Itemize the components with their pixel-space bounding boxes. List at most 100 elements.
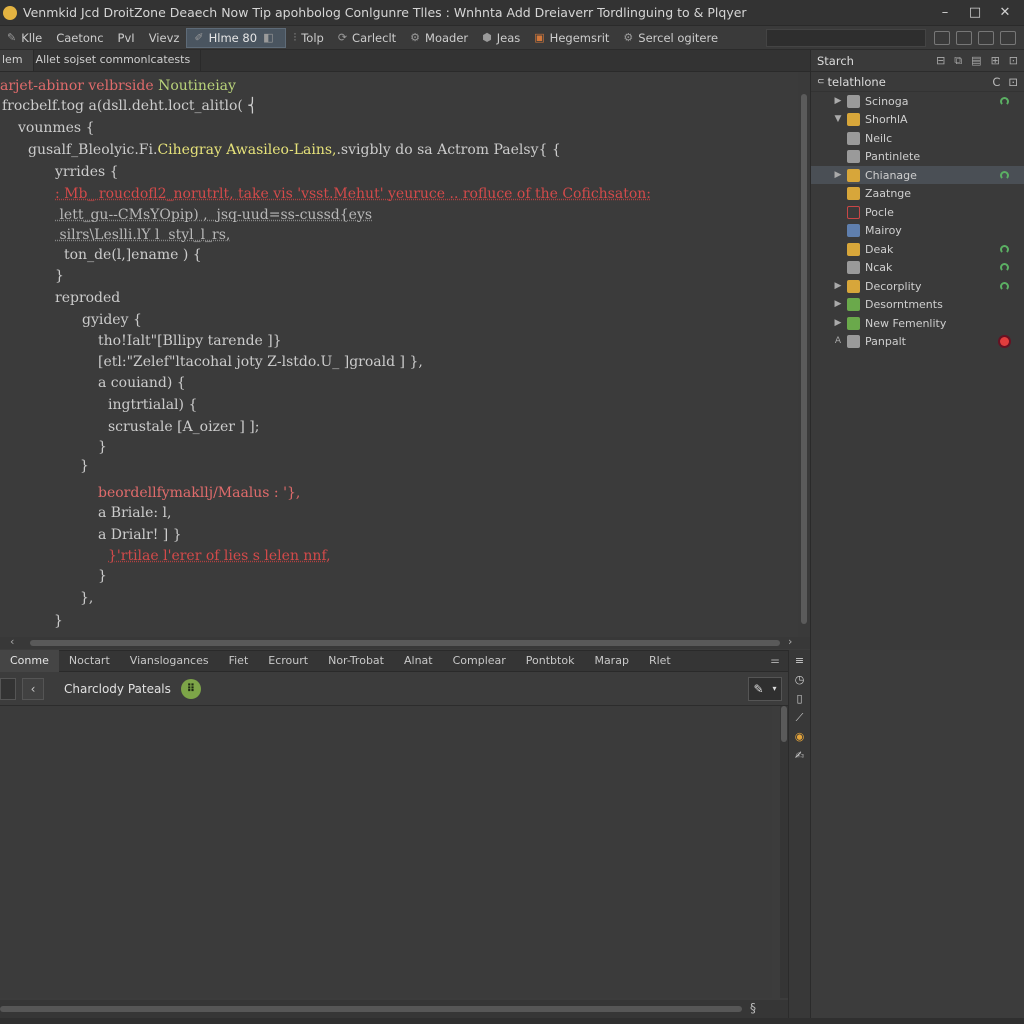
editor-tab[interactable]: lem [0,50,34,71]
code-token: lett_gu--CMsYOpip) , jsq-uud=ss-cussd{ey… [55,207,373,223]
menu-icon[interactable]: ≡ [793,654,807,668]
scrollbar-thumb[interactable] [0,1006,742,1012]
brush-tool-button[interactable]: ✎ ▾ [748,676,782,701]
tools-icon: ⫶ [293,30,297,44]
brush-icon: ✎ [753,681,764,696]
expand-arrow-icon[interactable]: ▶ [831,299,845,309]
bottom-tab[interactable]: Pontbtok [516,650,585,672]
code-line: tho!Ialt"[Bllipy tarende ]} [98,331,282,351]
scrollbar-thumb[interactable] [801,94,807,624]
scrollbar-thumb[interactable] [781,706,787,742]
warning-icon[interactable]: ◉ [793,730,807,744]
bottom-tab[interactable]: Fiet [219,650,259,672]
scrollbar-thumb[interactable] [30,640,780,646]
bottom-vertical-scrollbar[interactable] [780,706,788,998]
expand-arrow-icon[interactable]: ▶ [831,96,845,106]
close-button[interactable]: ✕ [994,5,1016,20]
back-button[interactable]: ‹ [22,677,44,700]
toolbar-item-view[interactable]: Vievz [142,28,187,48]
bottom-tab[interactable]: Ecrourt [258,650,318,672]
tree-item[interactable]: A Panpalt [811,332,1024,350]
tree-item[interactable]: Zaatnge [811,184,1024,202]
toolbar-item-edit[interactable]: Caetonc [49,28,110,48]
toolbar-item-tools[interactable]: ⫶ Tolp [286,28,330,48]
expand-icon[interactable]: ⊞ [991,54,1000,68]
editor-tab[interactable]: Allet sojset commonlcatests [34,50,202,71]
tree-item[interactable]: ▶ Desorntments [811,295,1024,313]
tree-item[interactable]: ▶ Decorplity [811,277,1024,295]
scroll-right-icon[interactable]: › [788,635,792,648]
file-icon [847,149,860,163]
tree-item[interactable]: ▼ ShorhlA [811,110,1024,128]
toolbar-item-home[interactable]: ✐ Hlme 80 ◧ [186,27,287,48]
code-token: } [98,568,107,584]
tree-item[interactable]: Mairoy [811,221,1024,239]
bottom-panel-content[interactable] [0,706,772,998]
toolbar-label: PvI [117,30,135,45]
tree-item-label: Decorplity [865,279,922,293]
bookmark-icon[interactable]: ▯ [793,692,807,706]
folder-icon [847,112,860,126]
expand-arrow-icon[interactable]: A [831,336,845,346]
refresh-icon[interactable]: C [992,75,1000,89]
editor-horizontal-scrollbar[interactable]: ‹ › [0,635,810,649]
tree-item[interactable]: Pantinlete [811,147,1024,165]
toolbar-item-collect[interactable]: ⟳ Carleclt [331,28,403,48]
maximize-button[interactable]: □ [964,5,986,20]
code-editor[interactable]: arjet-abinor velbrside Noutineiay frocbel… [0,72,800,637]
code-line: } [54,611,63,631]
file-icon [847,260,860,274]
bottom-tab[interactable]: Vianslogances [120,650,219,672]
bottom-tab[interactable]: Conme [0,650,59,672]
layout-icon[interactable] [956,30,972,45]
chevron-down-icon[interactable]: ⊂ [817,77,825,87]
bottom-tab[interactable]: Noctart [59,650,120,672]
toolbar-item-moader[interactable]: ⚙ Moader [403,28,475,48]
toolbar-item-jeas[interactable]: ⬢ Jeas [475,28,527,48]
resize-icon[interactable]: § [750,1001,756,1015]
tree-item[interactable]: Pocle [811,203,1024,221]
tree-item[interactable]: ▶ Scinoga [811,92,1024,110]
toolbar-label: Jeas [496,30,521,45]
panel-menu-icon[interactable]: = [770,654,780,668]
tree-item-label: Zaatnge [865,186,912,200]
sort-icon[interactable]: ▤ [971,54,981,68]
bottom-tab[interactable]: Nor-Trobat [318,650,394,672]
filter-icon[interactable]: ⧉ [954,54,962,68]
pencil-icon[interactable]: ✍ [793,749,807,763]
panel-badge-icon[interactable]: ⠿ [180,678,201,699]
expand-arrow-icon[interactable]: ▼ [831,114,845,124]
layout-icon[interactable] [1000,30,1016,45]
bottom-tab[interactable]: Alnat [394,650,443,672]
layout-icon[interactable] [934,30,950,45]
tree-item[interactable]: ▶ New Femenlity [811,314,1024,332]
editor-vertical-scrollbar[interactable] [798,72,810,637]
toolbar-item-pv[interactable]: PvI [111,28,142,48]
toolbar-item-file[interactable]: ✎ Klle [0,28,49,48]
collapse-icon[interactable]: ⊟ [936,54,945,68]
expand-arrow-icon[interactable]: ▶ [831,281,845,291]
explorer-subheader: ⊂ telathlone C ⊡ [811,72,1024,92]
file-icon [847,316,860,330]
toolbar-item-search-settings[interactable]: ⚙ Sercel ogitere [616,28,725,48]
panel-toggle-button[interactable] [0,677,16,700]
expand-arrow-icon[interactable]: ▶ [831,170,845,180]
bottom-tab[interactable]: Rlet [639,650,681,672]
pin-icon[interactable]: ⊡ [1009,54,1018,68]
bottom-tab[interactable]: Complear [443,650,516,672]
tree-item[interactable]: Deak [811,240,1024,258]
layout-icon[interactable] [978,30,994,45]
brush-icon[interactable]: ⟋ [793,711,807,725]
scroll-left-icon[interactable]: ‹ [10,635,14,648]
toolbar-item-hegemsrit[interactable]: ▣ Hegemsrit [527,28,616,48]
expand-arrow-icon[interactable]: ▶ [831,318,845,328]
bottom-tab[interactable]: Marap [584,650,638,672]
bottom-horizontal-scrollbar[interactable]: § [0,1000,788,1018]
timer-icon[interactable]: ◷ [793,673,807,687]
tree-item[interactable]: ▶ Chianage [811,166,1024,184]
new-file-icon[interactable]: ⊡ [1008,75,1018,89]
tree-item[interactable]: Neilc [811,129,1024,147]
minimize-button[interactable]: – [934,5,956,20]
search-input[interactable] [766,28,926,47]
tree-item[interactable]: Ncak [811,258,1024,276]
